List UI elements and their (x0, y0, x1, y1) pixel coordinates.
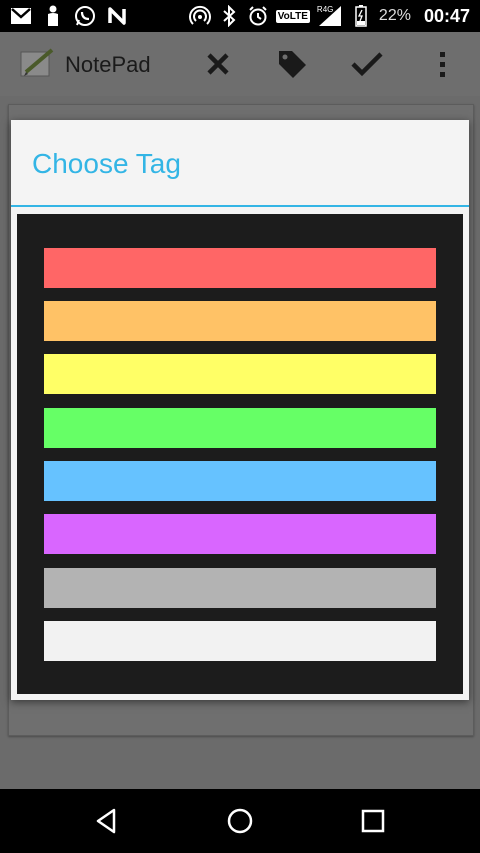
alarm-icon (247, 5, 269, 27)
gmail-icon (10, 5, 32, 27)
battery-icon (350, 5, 372, 27)
person-icon (42, 5, 64, 27)
app-title: NotePad (65, 52, 151, 77)
close-icon (207, 53, 229, 75)
tag-button[interactable] (274, 46, 310, 82)
notepad-app-icon (18, 46, 56, 80)
tag-color-red[interactable] (44, 248, 436, 288)
tag-color-yellow[interactable] (44, 354, 436, 394)
whatsapp-icon (74, 5, 96, 27)
overflow-menu-icon (440, 52, 445, 77)
tag-color-green[interactable] (44, 408, 436, 448)
action-bar: NotePad (0, 32, 480, 96)
tag-color-white[interactable] (44, 621, 436, 661)
home-icon (227, 808, 253, 834)
clock: 00:47 (423, 5, 470, 26)
check-icon (351, 52, 383, 77)
tag-color-blue[interactable] (44, 461, 436, 501)
status-bar: VoLTE R4G 22% 00:47 (0, 0, 480, 32)
tag-color-purple[interactable] (44, 514, 436, 554)
bluetooth-icon (218, 5, 240, 27)
tag-color-gray[interactable] (44, 568, 436, 608)
battery-percent: 22% (378, 7, 411, 24)
dialog-title: Choose Tag (32, 148, 181, 179)
discard-button[interactable] (200, 46, 236, 82)
choose-tag-dialog: Choose Tag (11, 120, 469, 700)
navigation-bar (0, 789, 480, 853)
network-type-label: R4G (316, 5, 334, 14)
n-app-icon (106, 5, 128, 27)
back-icon (96, 808, 116, 834)
tag-color-orange[interactable] (44, 301, 436, 341)
back-button[interactable] (86, 801, 126, 841)
recents-icon (361, 809, 385, 833)
tag-color-list (17, 214, 463, 694)
signal-icon: R4G (317, 5, 343, 27)
recents-button[interactable] (353, 801, 393, 841)
hotspot-icon (188, 5, 211, 27)
save-button[interactable] (349, 46, 385, 82)
home-button[interactable] (220, 801, 260, 841)
dialog-divider (11, 205, 469, 207)
overflow-menu-button[interactable] (424, 46, 460, 82)
volte-badge: VoLTE (275, 9, 310, 23)
tag-icon (279, 51, 306, 78)
